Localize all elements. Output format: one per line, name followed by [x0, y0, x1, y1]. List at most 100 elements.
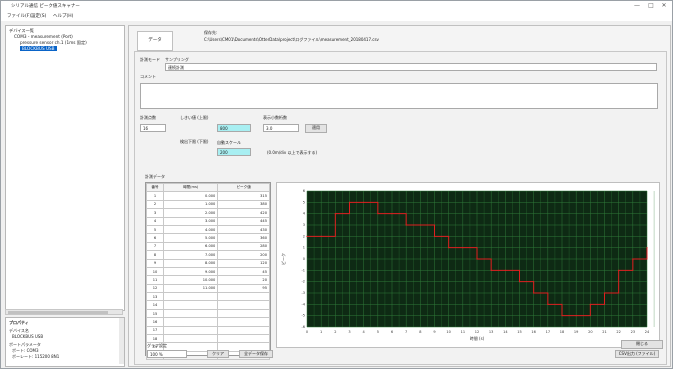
table-row[interactable]: 12 11.000 95	[146, 283, 270, 294]
cell-no[interactable]: 9	[146, 258, 164, 268]
cell-peak[interactable]: 280	[217, 241, 270, 252]
cell-time[interactable]	[162, 292, 219, 302]
cell-no[interactable]: 18	[146, 334, 164, 344]
cell-time[interactable]: 1.000	[162, 199, 219, 210]
cell-no[interactable]: 1	[146, 191, 164, 201]
cell-no[interactable]: 3	[146, 208, 164, 218]
menu-settings[interactable]: 設定(S)	[31, 13, 46, 19]
table-row[interactable]: 5 4.000 430	[146, 224, 270, 235]
table-row[interactable]: 14	[146, 300, 270, 310]
cell-peak[interactable]	[217, 334, 270, 344]
cell-time[interactable]	[162, 300, 219, 310]
cell-time[interactable]: 11.000	[162, 283, 219, 294]
tree-item-port[interactable]: COM3 - measurement (Port)	[14, 34, 73, 39]
cell-no[interactable]: 15	[146, 308, 164, 319]
table-row[interactable]: 1 0.000 315	[146, 191, 270, 201]
cell-no[interactable]: 13	[146, 292, 164, 302]
clear-button[interactable]: クリア	[207, 350, 229, 358]
maximize-button[interactable]: □	[645, 2, 657, 10]
cell-no[interactable]: 10	[146, 266, 164, 277]
cell-no[interactable]: 7	[146, 241, 164, 252]
cell-time[interactable]: 9.000	[162, 266, 219, 277]
min-input[interactable]: 200	[217, 148, 251, 156]
cell-peak[interactable]: 315	[217, 191, 270, 201]
cell-peak[interactable]: 20	[217, 275, 270, 285]
menu-help[interactable]: ヘルプ(H)	[53, 13, 73, 19]
table-row[interactable]: 15	[146, 308, 270, 319]
comment-textarea[interactable]	[140, 83, 658, 109]
cell-time[interactable]	[162, 308, 219, 319]
cell-peak[interactable]: 445	[217, 216, 270, 226]
cell-time[interactable]: 0.000	[162, 191, 219, 201]
cell-peak[interactable]: 420	[217, 208, 270, 218]
cell-time[interactable]: 5.000	[162, 233, 219, 243]
close-button[interactable]: ✕	[658, 2, 670, 10]
table-row[interactable]: 2 1.000 380	[146, 199, 270, 210]
cell-peak[interactable]: 360	[217, 233, 270, 243]
cell-time[interactable]: 7.000	[162, 250, 219, 260]
cell-time[interactable]: 6.000	[162, 241, 219, 252]
close-dialog-button[interactable]: 閉じる	[621, 340, 663, 349]
col-header-peak[interactable]: ピーク値	[217, 182, 270, 193]
table-row[interactable]: 8 7.000 200	[146, 250, 270, 260]
props-scrollbar[interactable]	[119, 318, 124, 364]
table-row[interactable]: 4 3.000 445	[146, 216, 270, 226]
mode-input[interactable]: 連続計測	[165, 63, 657, 71]
zoom-input[interactable]: 100 %	[147, 350, 187, 358]
thresh-input[interactable]: 800	[217, 124, 251, 132]
table-row[interactable]: 18	[146, 334, 270, 344]
cell-peak[interactable]: 95	[217, 283, 270, 294]
cell-no[interactable]: 4	[146, 216, 164, 226]
apply-button[interactable]: 適用	[305, 124, 327, 133]
table-row[interactable]: 11 10.000 20	[146, 275, 270, 285]
cell-peak[interactable]	[217, 292, 270, 302]
table-row[interactable]: 9 8.000 120	[146, 258, 270, 268]
count-input[interactable]: 16	[140, 124, 166, 132]
table-row[interactable]: 7 6.000 280	[146, 241, 270, 252]
scroll-thumb[interactable]	[8, 311, 108, 314]
cell-peak[interactable]: 380	[217, 199, 270, 210]
save-all-button[interactable]: 全データ保存	[239, 350, 273, 358]
cell-time[interactable]: 3.000	[162, 216, 219, 226]
device-tree[interactable]: デバイス一覧 COM3 - measurement (Port) pressur…	[5, 25, 125, 311]
cell-no[interactable]: 5	[146, 224, 164, 235]
cell-peak[interactable]	[217, 300, 270, 310]
cell-peak[interactable]	[217, 317, 270, 327]
cell-peak[interactable]	[217, 325, 270, 336]
data-grid[interactable]: 番号 時間(ms) ピーク値 1 0.000 315 2 1.000 380 3 2.000 4…	[145, 182, 271, 361]
cell-no[interactable]: 17	[146, 325, 164, 336]
cell-no[interactable]: 6	[146, 233, 164, 243]
csv-export-button[interactable]: CSV出力 (ファイル)	[615, 350, 659, 358]
cell-time[interactable]: 4.000	[162, 224, 219, 235]
cell-peak[interactable]: 430	[217, 224, 270, 235]
cell-time[interactable]	[162, 317, 219, 327]
cell-time[interactable]	[162, 325, 219, 336]
cell-no[interactable]: 8	[146, 250, 164, 260]
cell-time[interactable]	[162, 334, 219, 344]
table-row[interactable]: 16	[146, 317, 270, 327]
table-row[interactable]: 17	[146, 325, 270, 336]
cell-peak[interactable]	[217, 308, 270, 319]
cell-no[interactable]: 11	[146, 275, 164, 285]
cell-peak[interactable]: 200	[217, 250, 270, 260]
cell-no[interactable]: 2	[146, 199, 164, 210]
col-header-no[interactable]: 番号	[146, 182, 164, 193]
cell-no[interactable]: 16	[146, 317, 164, 327]
cell-time[interactable]: 8.000	[162, 258, 219, 268]
table-row[interactable]: 3 2.000 420	[146, 208, 270, 218]
tab-data[interactable]: データ	[137, 31, 173, 51]
cell-time[interactable]: 2.000	[162, 208, 219, 218]
minimize-button[interactable]: —	[631, 2, 643, 10]
cell-peak[interactable]: 120	[217, 258, 270, 268]
cell-no[interactable]: 14	[146, 300, 164, 310]
cell-no[interactable]: 12	[146, 283, 164, 294]
cell-time[interactable]: 10.000	[162, 275, 219, 285]
col-header-time[interactable]: 時間(ms)	[162, 182, 219, 193]
dec-input[interactable]: 3.0	[263, 124, 299, 132]
table-row[interactable]: 6 5.000 360	[146, 233, 270, 243]
menu-file[interactable]: ファイル(F)	[7, 13, 31, 19]
tree-scrollbar[interactable]	[5, 309, 123, 315]
tree-item-selected[interactable]: BLOCKBUS USB	[20, 46, 57, 51]
table-row[interactable]: 13	[146, 292, 270, 302]
cell-peak[interactable]: 45	[217, 266, 270, 277]
